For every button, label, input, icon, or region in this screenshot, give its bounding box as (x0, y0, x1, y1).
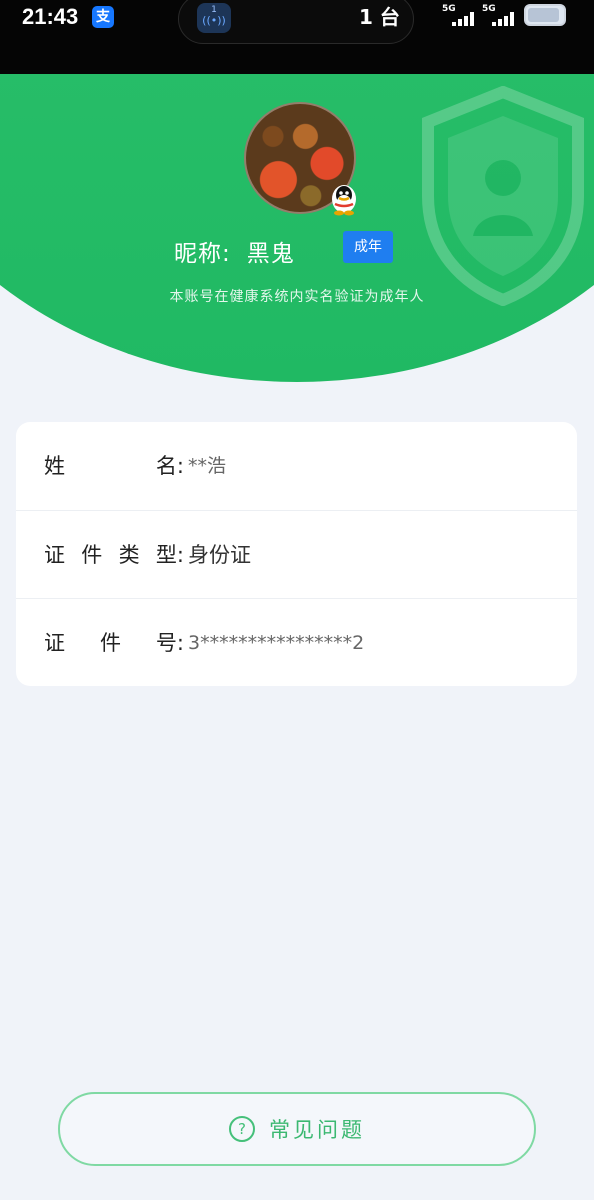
verification-note: 本账号在健康系统内实名验证为成年人 (169, 289, 425, 305)
adult-badge: 成年 (343, 231, 393, 263)
signal-icon: 5G (482, 4, 522, 26)
id-number-row: 证 件 号: 3****************2 (16, 598, 577, 686)
name-row: 姓 名: **浩 (16, 422, 577, 510)
status-time: 21:43 (22, 4, 79, 29)
qq-icon (332, 185, 356, 216)
id-type-value: 身份证 (188, 543, 251, 567)
profile-header: 昵称: 黑鬼 成年 本账号在健康系统内实名验证为成年人 (0, 74, 594, 384)
status-bar: 21:43 支 1 ((•)) 1 台 5G 5G (0, 0, 594, 74)
name-value: **浩 (188, 455, 227, 477)
faq-button[interactable]: ? 常见问题 (58, 1092, 536, 1166)
dynamic-island[interactable]: 1 ((•)) 1 台 (178, 0, 414, 44)
battery-icon (524, 4, 566, 26)
id-number-value: 3****************2 (188, 632, 365, 654)
broadcast-icon: ((•)) (202, 14, 226, 27)
id-type-label: 证 件 类 型: (44, 543, 184, 567)
nickname-label: 昵称: (174, 241, 231, 267)
shield-icon (422, 86, 584, 306)
nickname: 昵称: 黑鬼 (174, 234, 295, 268)
alipay-icon: 支 (92, 6, 114, 28)
faq-label: 常见问题 (269, 1118, 365, 1142)
connected-devices: 1 台 (359, 5, 400, 29)
id-type-row: 证 件 类 型: 身份证 (16, 510, 577, 598)
question-circle-icon: ? (229, 1116, 255, 1142)
battery-level (528, 8, 559, 22)
identity-info-card: 姓 名: **浩 证 件 类 型: 身份证 证 件 号: 3**********… (16, 422, 577, 686)
id-number-label: 证 件 号: (44, 631, 184, 655)
signal-icon: 5G (442, 4, 482, 26)
name-label: 姓 名: (44, 454, 184, 478)
hotspot-icon: 1 ((•)) (197, 3, 231, 33)
nickname-value: 黑鬼 (246, 241, 295, 267)
